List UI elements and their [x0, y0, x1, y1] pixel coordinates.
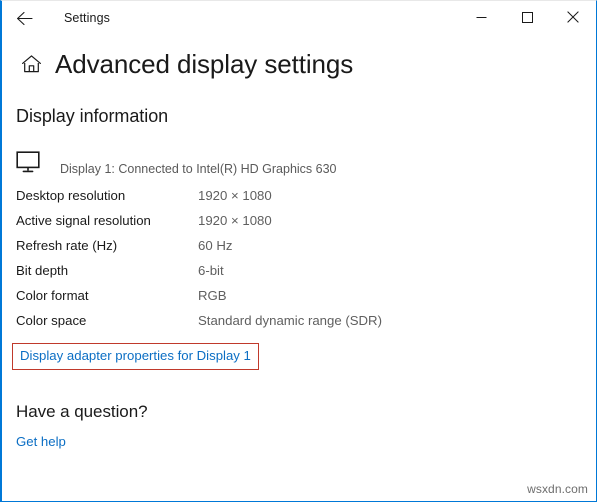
row-value: 1920 × 1080: [198, 188, 272, 203]
row-label: Refresh rate (Hz): [16, 238, 118, 253]
maximize-icon: [521, 11, 533, 23]
minimize-button[interactable]: [458, 1, 504, 33]
row-value: RGB: [198, 288, 227, 303]
table-row: Color format RGB: [16, 288, 596, 313]
adapter-link-highlight-box: Display adapter properties for Display 1: [12, 343, 259, 370]
settings-window: Settings Advanced display settings Displ…: [0, 0, 597, 502]
display-information-table: Desktop resolution 1920 × 1080 Active si…: [2, 188, 596, 338]
home-icon[interactable]: [16, 49, 46, 79]
window-controls: [458, 1, 596, 33]
table-row: Desktop resolution 1920 × 1080: [16, 188, 596, 213]
window-title: Settings: [64, 11, 110, 25]
table-row: Active signal resolution 1920 × 1080: [16, 213, 596, 238]
minimize-icon: [476, 12, 487, 23]
row-label: Bit depth: [16, 263, 69, 278]
monitor-row: Display 1: Connected to Intel(R) HD Grap…: [2, 149, 596, 177]
table-row: Bit depth 6-bit: [16, 263, 596, 288]
maximize-button[interactable]: [504, 1, 550, 33]
row-value: 6-bit: [198, 263, 224, 278]
row-value: Standard dynamic range (SDR): [198, 313, 382, 328]
monitor-icon: [16, 149, 50, 177]
close-button[interactable]: [550, 1, 596, 33]
back-button[interactable]: [2, 2, 46, 34]
row-label: Active signal resolution: [16, 213, 151, 228]
row-label: Color format: [16, 288, 89, 303]
question-heading: Have a question?: [16, 402, 148, 421]
table-row: Color space Standard dynamic range (SDR): [16, 313, 596, 338]
row-label: Color space: [16, 313, 87, 328]
page-title: Advanced display settings: [55, 48, 354, 79]
title-bar: Settings: [2, 1, 596, 35]
row-value: 60 Hz: [198, 238, 233, 253]
close-icon: [567, 11, 579, 23]
back-arrow-icon: [16, 11, 33, 26]
row-value: 1920 × 1080: [198, 213, 272, 228]
table-row: Refresh rate (Hz) 60 Hz: [16, 238, 596, 263]
watermark: wsxdn.com: [527, 482, 588, 496]
page-header: Advanced display settings: [2, 49, 596, 79]
display-adapter-properties-link[interactable]: Display adapter properties for Display 1: [20, 348, 251, 363]
monitor-caption: Display 1: Connected to Intel(R) HD Grap…: [60, 162, 337, 176]
get-help-link[interactable]: Get help: [2, 434, 66, 449]
row-label: Desktop resolution: [16, 188, 126, 203]
section-heading: Display information: [16, 106, 169, 126]
